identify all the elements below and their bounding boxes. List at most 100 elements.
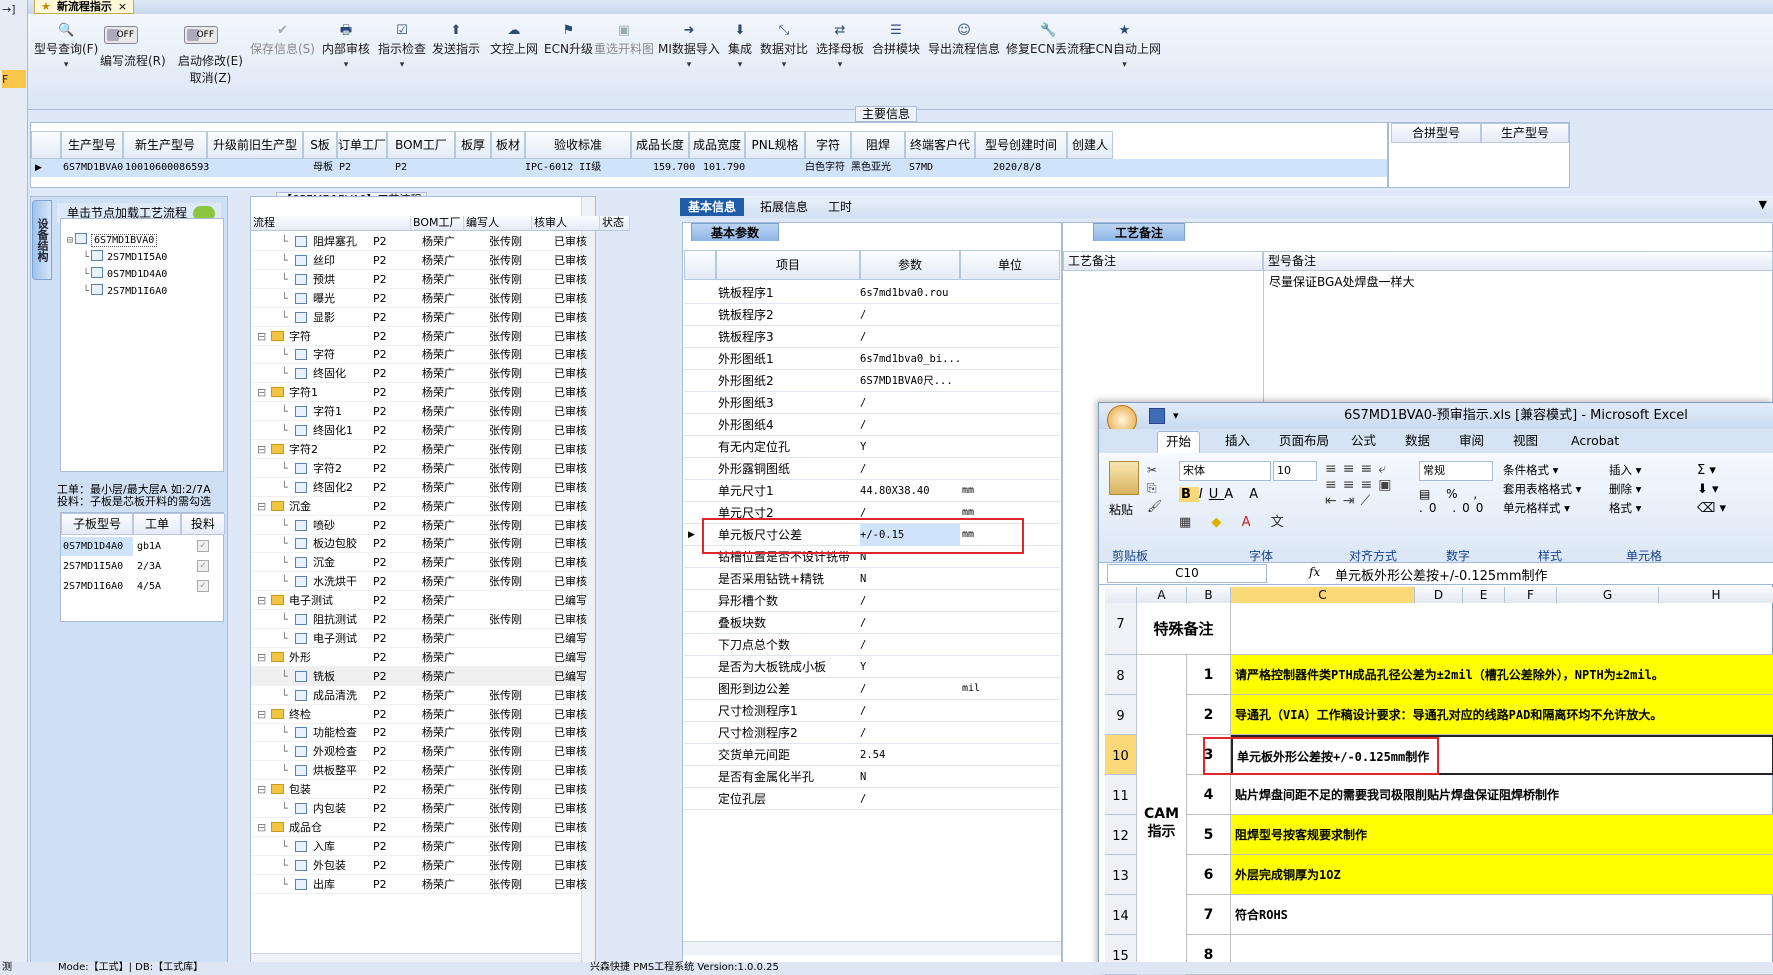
flow-row[interactable]: └ 外观检查 P2 杨荣广 张传刚 已审核 [251, 742, 587, 762]
sub-board-model[interactable]: 2S7MD1I6A0 [61, 577, 133, 596]
flow-row[interactable]: ⊟ 字符 P2 杨荣广 张传刚 已审核 [251, 327, 587, 346]
tree-connector[interactable]: ⊟ [257, 648, 266, 667]
param-row[interactable]: 尺寸检测程序2 / [684, 722, 1060, 744]
main-info-cell[interactable]: P2 [339, 159, 351, 177]
save-icon[interactable] [1149, 408, 1165, 424]
cam-instruction-cell[interactable]: 贴片焊盘间距不足的需要我司极限削贴片焊盘保证阻焊桥制作 [1231, 775, 1773, 815]
cam-instruction-cell[interactable]: 外层完成铜厚为1OZ [1231, 855, 1773, 895]
number-buttons[interactable]: ▤ % , .0 .00 [1419, 487, 1489, 515]
editing-buttons[interactable]: Σ ▾ ⬇ ▾ ⌫ ▾ [1697, 461, 1726, 518]
vtab-device-structure[interactable]: 设备结构 [32, 200, 52, 280]
sub-board-workorder[interactable]: 2/3A [137, 557, 161, 576]
main-info-cell[interactable]: 白色字符 [805, 159, 845, 177]
param-row[interactable]: 异形槽个数 / [684, 590, 1060, 612]
item-number[interactable]: 2 [1187, 695, 1231, 735]
flow-row[interactable]: └ 功能检查 P2 杨荣广 张传刚 已审核 [251, 723, 587, 743]
tree-connector[interactable]: └ [281, 364, 288, 383]
flow-row[interactable]: └ 字符 P2 杨荣广 张传刚 已审核 [251, 345, 587, 365]
column-header[interactable]: B [1187, 587, 1231, 603]
param-row[interactable]: 定位孔层 / [684, 788, 1060, 810]
main-info-cell[interactable]: P2 [395, 159, 407, 177]
param-value[interactable]: / [860, 678, 960, 700]
excel-tab[interactable]: 开始 [1157, 431, 1201, 453]
excel-tab[interactable]: 公式 [1343, 431, 1384, 453]
row-header[interactable]: 9 [1105, 695, 1137, 735]
tree-connector[interactable]: └ [281, 610, 288, 629]
param-value[interactable]: / [860, 458, 960, 480]
param-row[interactable]: 下刀点总个数 / [684, 634, 1060, 656]
chevron-down-icon[interactable]: ▾ [322, 57, 370, 73]
main-info-cell[interactable]: 101.790 [703, 159, 745, 177]
ribbon-button[interactable]: ⇄ 选择母板 ▾ [816, 22, 864, 73]
tree-node[interactable]: └ 0S7MD1D4A0 [83, 267, 167, 280]
flow-row[interactable]: ⊟ 电子测试 P2 杨荣广 已编写 [251, 591, 587, 611]
param-value[interactable]: 6S7MD1BVA0尺... [860, 370, 960, 392]
formula-input[interactable]: 单元板外形公差按+/-0.125mm制作 [1335, 565, 1548, 584]
tree-connector[interactable]: ⊟ [257, 497, 266, 516]
font-name-select[interactable]: 宋体 [1179, 461, 1271, 481]
item-number[interactable]: 1 [1187, 655, 1231, 695]
cam-instruction-cell[interactable]: 阻焊型号按客规要求制作 [1231, 815, 1773, 855]
tree-connector[interactable]: └ [281, 553, 288, 572]
tree-connector[interactable]: ⊟ [257, 705, 266, 724]
param-value[interactable]: / [860, 326, 960, 348]
param-row[interactable]: 是否为大板铣成小板 Y [684, 656, 1060, 678]
excel-tab[interactable]: 审阅 [1451, 431, 1492, 453]
tree-connector[interactable]: ⊟ [257, 327, 266, 346]
flow-row[interactable]: └ 丝印 P2 杨荣广 张传刚 已审核 [251, 251, 587, 270]
param-value[interactable]: / [860, 634, 960, 656]
ribbon-button[interactable]: ★ ECN自动上网 ▾ [1088, 22, 1161, 73]
tree-connector[interactable]: └ [281, 799, 288, 818]
main-info-cell[interactable]: S7MD [909, 159, 933, 177]
clipboard-small-icons[interactable]: ✂ ⎘ 🖌 [1147, 461, 1162, 515]
tab-process-notes[interactable]: 工艺备注 [1093, 223, 1185, 241]
flow-row[interactable]: └ 水洗烘干 P2 杨荣广 张传刚 已审核 [251, 572, 587, 592]
chevron-down-icon[interactable]: ▾ [816, 57, 864, 73]
tree-connector[interactable]: └ [281, 270, 288, 289]
param-row[interactable]: 尺寸检测程序1 / [684, 700, 1060, 722]
param-value[interactable]: / [860, 722, 960, 744]
dock-item[interactable]: →] [2, 0, 26, 20]
row-header[interactable]: 7 [1105, 603, 1137, 655]
param-value[interactable]: N [860, 568, 960, 590]
model-note-text[interactable]: 尽量保证BGA处焊盘一样大 [1269, 273, 1415, 290]
tree-connector[interactable]: └ [281, 308, 288, 327]
column-header[interactable]: D [1415, 587, 1463, 603]
cam-instruction-cell[interactable]: 导通孔（VIA）工作稿设计要求：导通孔对应的线路PAD和隔离环均不允许放大。 [1231, 695, 1773, 735]
param-row[interactable]: 外形图纸3 / [684, 392, 1060, 414]
flow-row[interactable]: └ 外包装 P2 杨荣广 张传刚 已审核 [251, 856, 587, 875]
tree-connector[interactable]: └ [281, 875, 288, 894]
flow-row[interactable]: └ 入库 P2 杨荣广 张传刚 已审核 [251, 837, 587, 856]
param-row[interactable]: 图形到边公差 / mil [684, 678, 1060, 700]
tree-connector[interactable]: └ [281, 723, 288, 742]
chevron-down-icon[interactable]: ▾ [34, 57, 98, 73]
paste-icon[interactable] [1109, 461, 1139, 495]
chevron-down-icon[interactable]: ▾ [760, 57, 808, 73]
number-format-select[interactable]: 常规 [1419, 461, 1493, 481]
feed-checkbox[interactable]: ✓ [197, 540, 209, 552]
tab-param-2[interactable]: 工时 [820, 198, 860, 216]
ribbon-button[interactable]: ☰ 合拼模块 [872, 22, 920, 57]
param-row[interactable]: 外形图纸1 6s7md1bva0_bi... [684, 348, 1060, 370]
tree-connector[interactable]: └ [281, 534, 288, 553]
param-row[interactable]: 铣板程序3 / [684, 326, 1060, 348]
tree-connector[interactable]: └ [281, 742, 288, 761]
qat-dropdown-icon[interactable]: ▾ [1173, 403, 1179, 429]
param-value[interactable]: 2.54 [860, 744, 960, 766]
ribbon-button[interactable]: 🔧 修复ECN丢流程 [1006, 22, 1091, 57]
ribbon-button[interactable]: ⚑ ECN升级 [544, 22, 593, 57]
ribbon-button[interactable]: 🖶 内部审核 ▾ [322, 22, 370, 73]
flow-row[interactable]: ⊟ 外形 P2 杨荣广 已编写 [251, 648, 587, 667]
font-format-buttons[interactable]: B IUA A [1179, 487, 1264, 502]
main-info-cell[interactable]: 2020/8/8 [993, 159, 1041, 177]
feed-checkbox[interactable]: ✓ [197, 560, 209, 572]
excel-tab[interactable]: 插入 [1217, 431, 1258, 453]
column-header[interactable]: A [1137, 587, 1187, 603]
close-icon[interactable]: × [118, 0, 127, 13]
tree-connector[interactable]: └ [281, 421, 288, 440]
item-number[interactable]: 5 [1187, 815, 1231, 855]
feed-checkbox[interactable]: ✓ [197, 580, 209, 592]
flow-row[interactable]: └ 铣板 P2 杨荣广 已编写 [251, 666, 587, 686]
flow-row[interactable]: └ 喷砂 P2 杨荣广 张传刚 已审核 [251, 516, 587, 535]
tree-connector[interactable]: └ [281, 402, 288, 421]
